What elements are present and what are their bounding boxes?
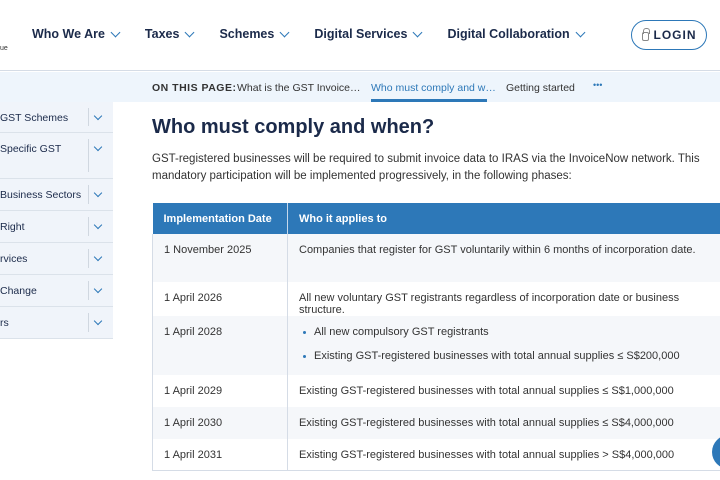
sidebar-item-label: GST Schemes <box>0 112 69 124</box>
phases-table: Implementation Date Who it applies to 1 … <box>152 203 720 471</box>
chevron-down-icon <box>110 27 121 37</box>
site-header: ue Who We Are Taxes Schemes Digital Serv… <box>0 0 720 71</box>
on-this-page-bar: ON THIS PAGE: What is the GST Invoice… W… <box>0 72 720 102</box>
sidebar-item-label: rvices <box>0 253 28 265</box>
chevron-down-icon[interactable] <box>93 220 103 230</box>
table-row: 1 April 2030 Existing GST-registered busi… <box>152 407 720 439</box>
applies-cell: Existing GST-registered businesses with … <box>299 385 674 397</box>
applies-cell: Existing GST-registered businesses with … <box>287 407 720 439</box>
nav-label: Digital Collaboration <box>447 27 570 41</box>
chevron-down-icon[interactable] <box>93 111 103 121</box>
table-row: 1 April 2026 All new voluntary GST regist… <box>152 282 720 316</box>
sidebar-item[interactable]: Business Sectors <box>0 179 113 211</box>
nav-label: Digital Services <box>314 27 408 41</box>
on-this-page-label: ON THIS PAGE: <box>152 82 237 94</box>
applies-cell: Existing GST-registered businesses with … <box>287 439 720 471</box>
date-cell: 1 November 2025 <box>152 234 288 282</box>
nav-digital-collaboration[interactable]: Digital Collaboration <box>447 27 586 41</box>
chevron-down-icon[interactable] <box>93 316 103 326</box>
otp-link-who-must-comply[interactable]: Who must comply and w… <box>371 82 496 94</box>
sidebar-item-label: Business Sectors <box>0 189 82 201</box>
applies-cell: All new compulsory GST registrants Existi… <box>287 316 720 375</box>
sidebar-item-label: Specific GST <box>0 143 62 155</box>
otp-link-what-is[interactable]: What is the GST Invoice… <box>237 82 361 94</box>
nav-taxes[interactable]: Taxes <box>144 27 195 41</box>
chevron-down-icon <box>575 27 586 37</box>
sidebar-item[interactable]: Right <box>0 211 113 243</box>
logo[interactable]: ue <box>0 45 8 52</box>
sidebar-item[interactable]: rs <box>0 307 113 339</box>
lock-icon <box>641 28 650 41</box>
sidebar-item-label: Right <box>0 221 25 233</box>
chevron-down-icon <box>279 27 290 37</box>
nav-digital-services[interactable]: Digital Services <box>314 27 423 41</box>
nav-label: Schemes <box>219 27 275 41</box>
applies-cell: All new voluntary GST registrants regard… <box>299 292 680 316</box>
page-title: Who must comply and when? <box>152 116 435 138</box>
list-item: All new compulsory GST registrants <box>299 326 720 338</box>
date-cell: 1 April 2028 <box>152 316 288 375</box>
table-row: 1 April 2029 Existing GST-registered busi… <box>152 375 720 407</box>
list-item: Existing GST-registered businesses with … <box>299 350 720 362</box>
column-header-date: Implementation Date <box>152 203 288 234</box>
main-nav: Who We Are Taxes Schemes Digital Service… <box>32 27 610 41</box>
active-underline <box>371 99 487 102</box>
sidebar-item-label: Change <box>0 285 37 297</box>
column-header-applies-to: Who it applies to <box>287 203 720 234</box>
sidebar-item[interactable]: rvices <box>0 243 113 275</box>
sidebar-item[interactable]: Change <box>0 275 113 307</box>
applies-cell: Companies that register for GST voluntar… <box>287 234 720 282</box>
table-row: 1 April 2028 All new compulsory GST regis… <box>152 316 720 375</box>
login-button[interactable]: LOGIN <box>631 20 707 50</box>
date-cell: 1 April 2031 <box>152 439 288 471</box>
more-icon[interactable]: ••• <box>593 80 602 90</box>
date-cell: 1 April 2026 <box>152 282 288 316</box>
chevron-down-icon[interactable] <box>93 252 103 262</box>
intro-paragraph: GST-registered businesses will be requir… <box>152 153 700 182</box>
sidebar-item[interactable]: Specific GST <box>0 133 113 179</box>
date-cell: 1 April 2029 <box>152 375 288 407</box>
sidebar-item-label: rs <box>0 317 9 329</box>
chevron-down-icon <box>184 27 195 37</box>
date-cell: 1 April 2030 <box>152 407 288 439</box>
sidebar: GST Schemes Specific GST Business Sector… <box>0 102 113 339</box>
nav-label: Who We Are <box>32 27 105 41</box>
nav-who-we-are[interactable]: Who We Are <box>32 27 121 41</box>
chevron-down-icon <box>413 27 423 37</box>
chevron-down-icon[interactable] <box>93 284 103 294</box>
sidebar-item[interactable]: GST Schemes <box>0 102 113 133</box>
nav-schemes[interactable]: Schemes <box>219 27 290 41</box>
table-row: 1 November 2025 Companies that register f… <box>152 234 720 282</box>
otp-link-getting-started[interactable]: Getting started <box>506 82 575 94</box>
nav-label: Taxes <box>144 27 180 41</box>
login-label: LOGIN <box>653 28 697 42</box>
table-row: 1 April 2031 Existing GST-registered busi… <box>152 439 720 471</box>
chevron-down-icon[interactable] <box>93 188 103 198</box>
chevron-down-icon[interactable] <box>93 142 103 152</box>
